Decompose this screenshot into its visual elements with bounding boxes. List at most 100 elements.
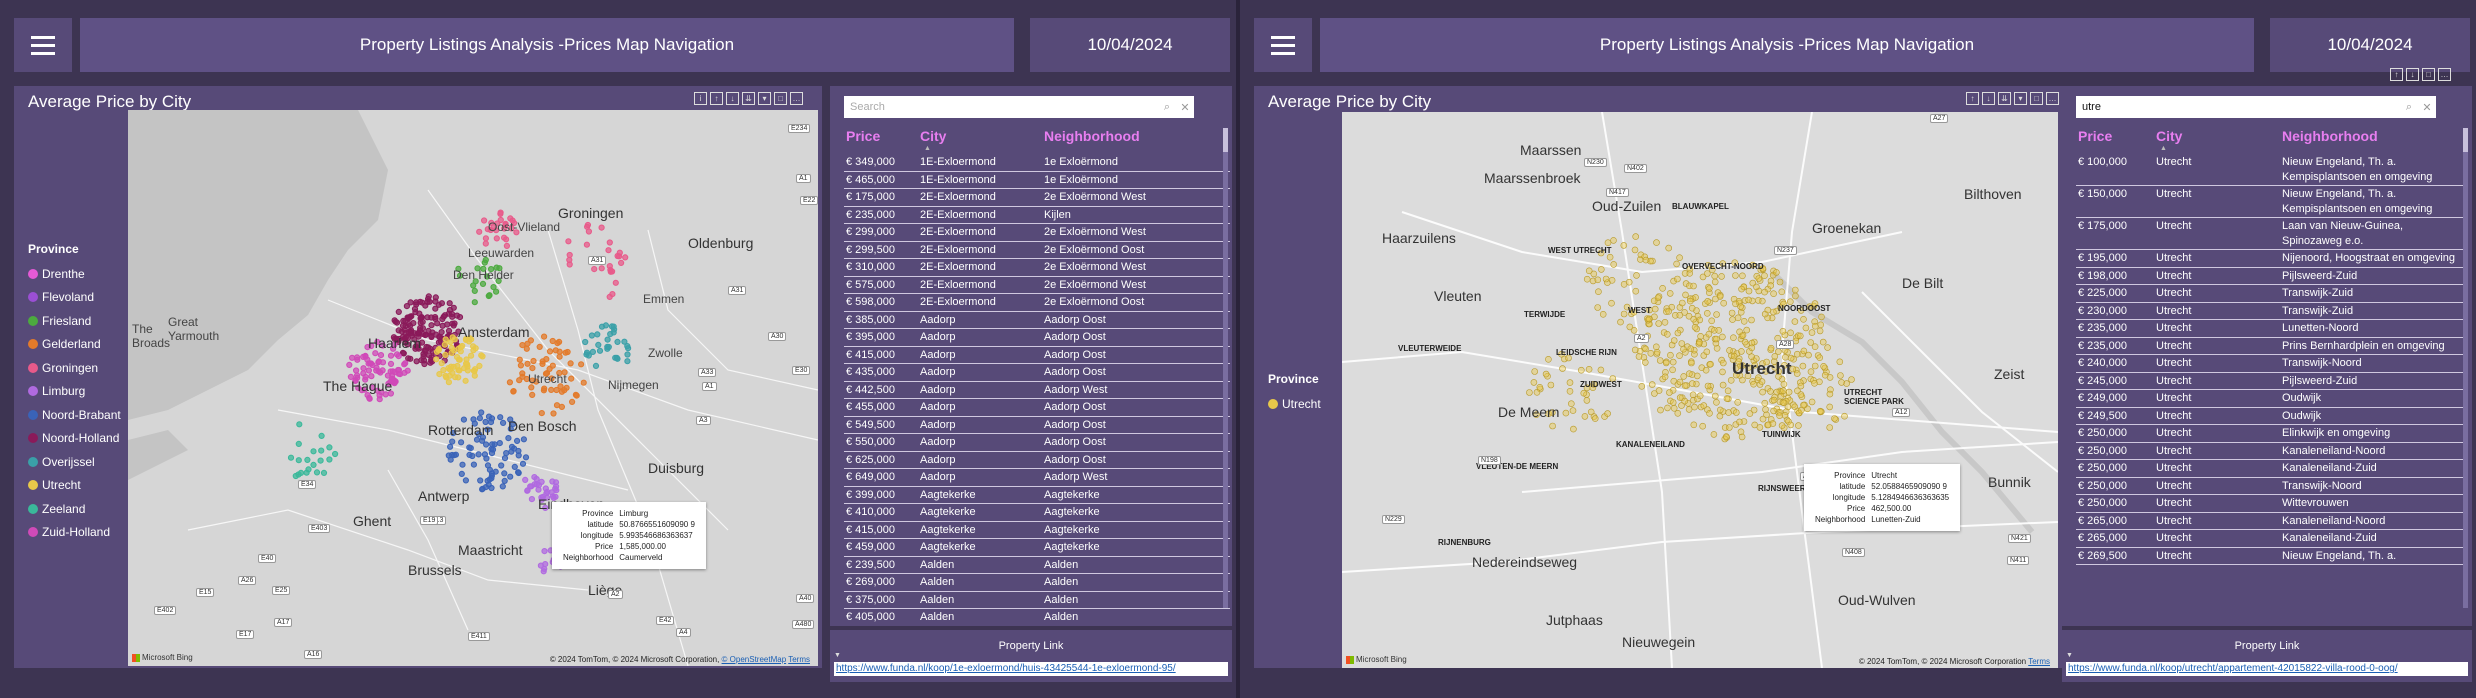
map-point[interactable] (1681, 382, 1689, 389)
map-point[interactable] (372, 350, 379, 357)
property-link[interactable]: https://www.funda.nl/koop/1e-exloermond/… (834, 662, 1228, 676)
map-point[interactable] (418, 314, 425, 321)
map-point[interactable] (1716, 406, 1724, 414)
filter-icon[interactable]: ▾ (758, 92, 771, 105)
map-point[interactable] (529, 365, 536, 372)
map-point[interactable] (1719, 381, 1727, 389)
map-point[interactable] (1723, 395, 1731, 402)
map-point[interactable] (553, 487, 560, 494)
legend-item[interactable]: Noord-Holland (28, 427, 121, 451)
map-point[interactable] (1638, 382, 1646, 390)
map-point[interactable] (1761, 288, 1768, 296)
map-point[interactable] (1769, 420, 1777, 427)
map-point[interactable] (405, 329, 412, 336)
map-point[interactable] (479, 280, 487, 287)
map-point[interactable] (1680, 345, 1687, 353)
map-point[interactable] (614, 355, 621, 362)
map-point[interactable] (451, 336, 458, 343)
map-point[interactable] (1690, 421, 1698, 429)
map-point[interactable] (326, 444, 333, 451)
map-point[interactable] (1635, 353, 1643, 360)
map-point[interactable] (1617, 318, 1624, 326)
map-point[interactable] (367, 360, 374, 367)
map-point[interactable] (481, 217, 488, 224)
map-point[interactable] (1738, 433, 1746, 441)
map-point[interactable] (1802, 324, 1810, 332)
map-point[interactable] (1826, 424, 1834, 431)
map-point[interactable] (387, 352, 395, 359)
map-point[interactable] (1770, 308, 1777, 316)
map-point[interactable] (362, 352, 369, 359)
map-point[interactable] (1666, 389, 1673, 396)
map-point[interactable] (1773, 388, 1781, 396)
map-point[interactable] (432, 314, 439, 321)
map-point[interactable] (1837, 372, 1844, 379)
map-point[interactable] (1599, 311, 1607, 318)
map-point[interactable] (1663, 331, 1671, 338)
map-point[interactable] (1770, 290, 1777, 297)
map-point[interactable] (566, 251, 573, 259)
header-city[interactable]: City ▲ (2154, 128, 2280, 152)
table-row[interactable]: € 235,000 Utrecht Lunetten-Noord (2076, 320, 2466, 338)
table-row[interactable]: € 100,000 Utrecht Nieuw Engeland, Th. a. K… (2076, 154, 2466, 186)
map-point[interactable] (1704, 382, 1712, 390)
map-point[interactable] (1703, 348, 1711, 356)
map-point[interactable] (522, 454, 530, 461)
map-point[interactable] (1767, 388, 1774, 395)
map-point[interactable] (450, 304, 457, 311)
map-point[interactable] (1713, 311, 1720, 318)
search-input[interactable]: utre (2076, 101, 2400, 113)
map-point[interactable] (458, 439, 465, 446)
map-point[interactable] (550, 410, 557, 417)
map-point[interactable] (1669, 366, 1676, 374)
map-point[interactable] (546, 365, 553, 372)
map-point[interactable] (520, 436, 527, 443)
map-point[interactable] (1559, 365, 1566, 372)
map-point[interactable] (464, 363, 471, 370)
table-row[interactable]: € 410,000 Aagtekerke Aagtekerke (844, 504, 1230, 522)
table-row[interactable]: € 195,000 Utrecht Nijenoord, Hoogstraat en… (2076, 250, 2466, 268)
map-point[interactable] (618, 259, 625, 266)
map-point[interactable] (519, 342, 526, 349)
map-point[interactable] (1681, 397, 1689, 405)
map-point[interactable] (410, 320, 417, 327)
map-point[interactable] (1826, 403, 1834, 411)
map-point[interactable] (1597, 366, 1605, 374)
map-point[interactable] (562, 349, 569, 356)
map-point[interactable] (1631, 246, 1639, 254)
map-point[interactable] (1632, 287, 1640, 295)
map-point[interactable] (434, 320, 441, 327)
table-row[interactable]: € 375,000 Aalden Aalden (844, 592, 1230, 609)
table-row[interactable]: € 598,000 2E-Exloermond 2e Exloërmond Oost (844, 294, 1230, 312)
table-row[interactable]: € 269,000 Aalden Aalden (844, 574, 1230, 592)
map-point[interactable] (496, 440, 503, 447)
map-point[interactable] (1792, 292, 1799, 300)
map-point[interactable] (569, 398, 576, 405)
map-point[interactable] (1736, 328, 1743, 336)
map-point[interactable] (1566, 387, 1574, 395)
map-point[interactable] (609, 268, 616, 275)
map-point[interactable] (1685, 406, 1693, 413)
map-point[interactable] (310, 461, 317, 468)
table-row[interactable]: € 250,000 Utrecht Elinkwijk en omgeving (2076, 425, 2466, 443)
map-point[interactable] (1711, 392, 1719, 400)
map-point[interactable] (602, 322, 609, 329)
map-point[interactable] (1696, 392, 1704, 400)
map-point[interactable] (449, 313, 456, 320)
more-options-icon[interactable]: … (2438, 68, 2451, 81)
map-point[interactable] (1755, 275, 1763, 282)
map-point[interactable] (459, 461, 466, 468)
map-point[interactable] (1838, 379, 1845, 386)
map-point[interactable] (1826, 374, 1834, 381)
scrollbar[interactable] (1223, 128, 1228, 608)
map-point[interactable] (583, 241, 590, 248)
map-point[interactable] (549, 478, 556, 485)
table-row[interactable]: € 250,000 Utrecht Kanaleneiland-Zuid (2076, 460, 2466, 478)
map-point[interactable] (442, 372, 449, 380)
map-point[interactable] (515, 469, 522, 477)
map-point[interactable] (1620, 242, 1628, 249)
map-point[interactable] (1681, 270, 1689, 277)
map-point[interactable] (1704, 298, 1712, 305)
table-row[interactable]: € 240,000 Utrecht Transwijk-Noord (2076, 355, 2466, 373)
map-point[interactable] (399, 322, 407, 329)
